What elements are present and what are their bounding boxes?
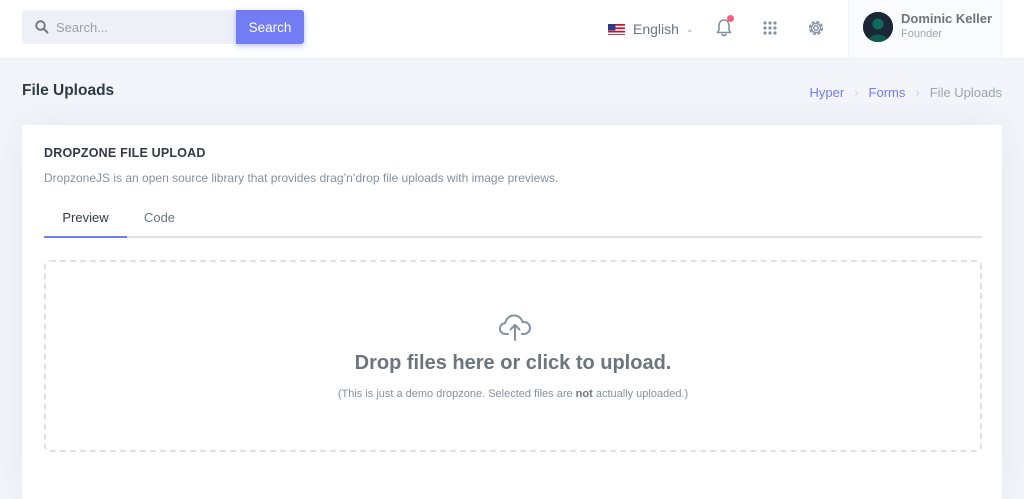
gear-icon [808, 20, 824, 36]
topbar: Search English ⌄ [0, 0, 1024, 58]
user-menu[interactable]: Dominic Keller Founder [848, 0, 1002, 58]
breadcrumb-forms[interactable]: Forms [869, 85, 906, 100]
dropzone-card: DROPZONE FILE UPLOAD DropzoneJS is an op… [22, 125, 1002, 499]
language-selector[interactable]: English ⌄ [608, 19, 693, 39]
card-description: DropzoneJS is an open source library tha… [44, 171, 559, 185]
dropzone-note-suffix: actually uploaded.) [592, 388, 689, 400]
user-role: Founder [901, 28, 942, 40]
settings-button[interactable] [805, 17, 827, 39]
search-input[interactable] [56, 10, 232, 44]
breadcrumb-current: File Uploads [929, 85, 1002, 100]
search-box [22, 10, 236, 44]
dropzone-note-prefix: (This is just a demo dropzone. Selected … [337, 388, 576, 400]
breadcrumb-hyper[interactable]: Hyper [810, 85, 845, 100]
grid-icon [763, 21, 777, 35]
notification-badge [727, 15, 734, 22]
breadcrumb-separator: › [915, 85, 920, 100]
page-title: File Uploads [22, 82, 115, 99]
tabs: Preview Code [44, 199, 982, 238]
apps-button[interactable] [759, 17, 781, 39]
dropzone-area[interactable]: Drop files here or click to upload. (Thi… [44, 260, 982, 452]
search-button[interactable]: Search [236, 10, 304, 44]
tab-preview[interactable]: Preview [44, 199, 127, 238]
breadcrumb-separator: › [854, 85, 859, 100]
tab-code[interactable]: Code [127, 199, 192, 238]
chevron-down-icon: ⌄ [685, 23, 694, 34]
cloud-upload-icon [499, 314, 531, 341]
dropzone-note-bold: not [575, 388, 593, 400]
search-icon [35, 20, 49, 34]
breadcrumb: Hyper › Forms › File Uploads [810, 85, 1002, 100]
us-flag-icon [608, 23, 625, 35]
notifications-button[interactable] [713, 15, 735, 39]
user-name: Dominic Keller [901, 11, 993, 26]
dropzone-title: Drop files here or click to upload. [354, 352, 672, 374]
card-title: DROPZONE FILE UPLOAD [44, 146, 206, 160]
language-label: English [633, 21, 679, 37]
dropzone-note: (This is just a demo dropzone. Selected … [46, 388, 980, 400]
avatar [863, 12, 893, 42]
